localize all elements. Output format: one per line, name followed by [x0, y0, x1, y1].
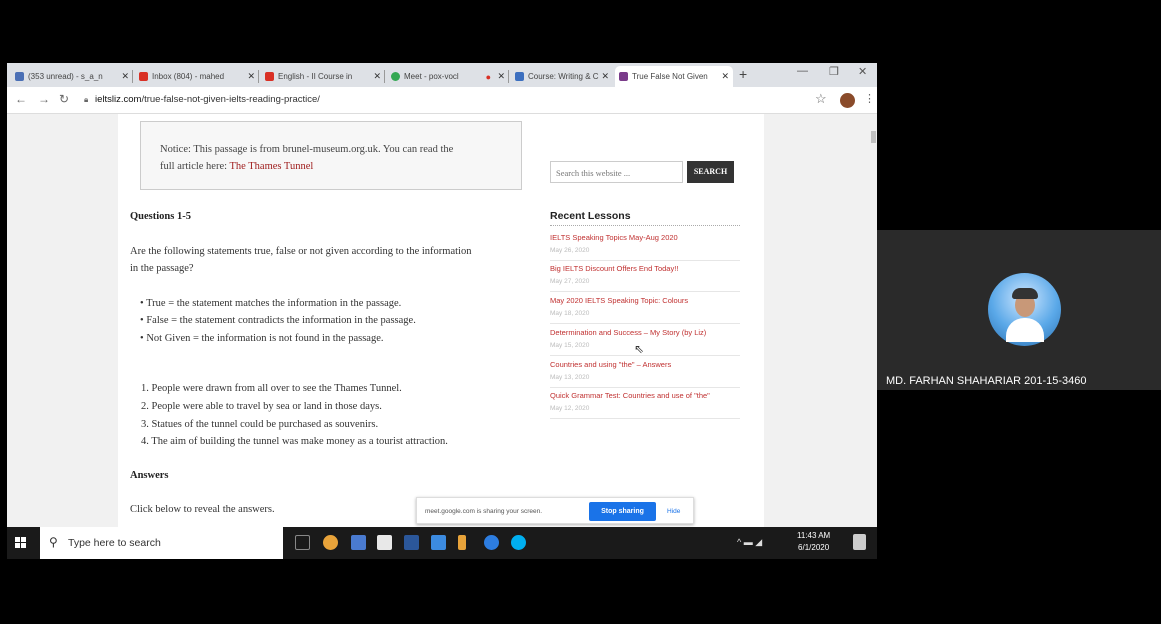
tab-label: (353 unread) - s_a_n: [28, 72, 103, 81]
tab-label: True False Not Given: [632, 72, 708, 81]
share-message: meet.google.com is sharing your screen.: [425, 508, 543, 515]
window-close-button[interactable]: ✕: [858, 65, 867, 78]
page-viewport: Notice: This passage is from brunel-muse…: [7, 114, 877, 527]
browser-tab-strip: (353 unread) - s_a_n ✕ Inbox (804) - mah…: [7, 63, 877, 87]
chrome-icon[interactable]: [323, 535, 338, 550]
forward-arrow-icon[interactable]: →: [38, 92, 50, 106]
close-icon[interactable]: ✕: [721, 71, 729, 82]
lesson-link[interactable]: Determination and Success – My Story (by…: [550, 328, 740, 356]
gmail-icon: [265, 72, 274, 81]
participant-tile: MD. FARHAN SHAHARIAR 201-15-3460: [877, 230, 1161, 390]
minimize-button[interactable]: —: [797, 65, 808, 77]
system-tray-icons[interactable]: ^ ▬ ◢: [737, 537, 762, 548]
bullet-not-given: • Not Given = the information is not fou…: [140, 333, 384, 344]
menu-dots-icon[interactable]: ⋮: [864, 92, 875, 105]
notification-icon[interactable]: [853, 534, 866, 550]
moodle-icon: [515, 72, 524, 81]
screen-share-bar: meet.google.com is sharing your screen. …: [416, 497, 694, 524]
close-icon[interactable]: ✕: [121, 71, 129, 82]
close-icon[interactable]: ✕: [497, 71, 505, 82]
taskbar-clock[interactable]: 11:43 AM 6/1/2020: [797, 530, 830, 554]
liz-favicon-icon: [619, 72, 628, 81]
lesson-link[interactable]: IELTS Speaking Topics May-Aug 2020 May 26…: [550, 233, 740, 261]
tab-label: Meet - pox-vocl: [404, 72, 459, 81]
screen-share-frame: (353 unread) - s_a_n ✕ Inbox (804) - mah…: [0, 0, 1161, 624]
new-tab-button[interactable]: +: [739, 66, 747, 82]
lesson-link[interactable]: Countries and using "the" – Answers May 1…: [550, 360, 740, 388]
recent-lessons-heading: Recent Lessons: [550, 210, 631, 222]
questions-heading: Questions 1-5: [130, 211, 191, 222]
skype-icon[interactable]: [511, 535, 526, 550]
lock-icon: 🔒︎: [84, 95, 89, 104]
reveal-text: Click below to reveal the answers.: [130, 504, 275, 515]
bullet-true: • True = the statement matches the infor…: [140, 298, 402, 309]
tab-inbox[interactable]: Inbox (804) - mahed ✕: [135, 66, 259, 87]
notice-box: Notice: This passage is from brunel-muse…: [140, 121, 522, 190]
lesson-link[interactable]: May 2020 IELTS Speaking Topic: Colours Ma…: [550, 296, 740, 324]
tab-gmail-unread[interactable]: (353 unread) - s_a_n ✕: [11, 66, 133, 87]
reload-icon[interactable]: ↻: [59, 92, 69, 106]
site-search-input[interactable]: Search this website ...: [550, 161, 683, 183]
windows-taskbar: ⚲ Type here to search ^ ▬ ◢ 11:43 AM 6/1…: [7, 527, 877, 559]
question-4: 4. The aim of building the tunnel was ma…: [141, 436, 448, 447]
recording-icon: ●: [485, 71, 491, 82]
tab-label: English - II Course in: [278, 72, 353, 81]
thames-tunnel-link[interactable]: The Thames Tunnel: [229, 161, 313, 172]
tab-true-false-active[interactable]: True False Not Given ✕: [615, 66, 733, 87]
edge-icon[interactable]: [484, 535, 499, 550]
file-explorer-icon[interactable]: [351, 535, 366, 550]
scrollbar-thumb[interactable]: [871, 131, 876, 143]
close-icon[interactable]: ✕: [601, 71, 609, 82]
tab-english-course[interactable]: English - II Course in ✕: [261, 66, 385, 87]
gmail-icon: [139, 72, 148, 81]
avatar: [988, 273, 1061, 346]
maximize-button[interactable]: ❐: [829, 65, 839, 78]
task-view-icon[interactable]: [295, 535, 310, 550]
word-icon[interactable]: [404, 535, 419, 550]
lesson-link[interactable]: Big IELTS Discount Offers End Today!! May…: [550, 264, 740, 292]
participant-name: MD. FARHAN SHAHARIAR 201-15-3460: [886, 375, 1087, 387]
profile-avatar[interactable]: [840, 93, 855, 108]
instruction-line-2: in the passage?: [130, 263, 194, 274]
question-3: 3. Statues of the tunnel could be purcha…: [141, 419, 379, 430]
meet-icon: [391, 72, 400, 81]
close-icon[interactable]: ✕: [247, 71, 255, 82]
bookmark-star-icon[interactable]: ☆: [815, 91, 827, 107]
stop-sharing-button[interactable]: Stop sharing: [589, 502, 656, 521]
windows-start-icon[interactable]: [15, 537, 27, 549]
mail-icon: [15, 72, 24, 81]
question-1: 1. People were drawn from all over to se…: [141, 383, 402, 394]
mail-app-icon[interactable]: [431, 535, 446, 550]
hide-button[interactable]: Hide: [667, 508, 680, 515]
lesson-link[interactable]: Quick Grammar Test: Countries and use of…: [550, 391, 740, 419]
tab-course-writing[interactable]: Course: Writing & C ✕: [511, 66, 613, 87]
page-content: Notice: This passage is from brunel-muse…: [118, 114, 764, 527]
scrollbar[interactable]: [870, 114, 877, 527]
search-button[interactable]: SEARCH: [687, 161, 734, 183]
taskbar-search-box[interactable]: ⚲ Type here to search: [40, 527, 283, 559]
answers-heading: Answers: [130, 470, 169, 481]
tab-label: Inbox (804) - mahed: [152, 72, 225, 81]
bullet-false: • False = the statement contradicts the …: [140, 315, 416, 326]
back-arrow-icon[interactable]: ←: [15, 92, 27, 106]
instruction-line-1: Are the following statements true, false…: [130, 246, 472, 257]
close-icon[interactable]: ✕: [373, 71, 381, 82]
tab-meet[interactable]: Meet - pox-vocl ● ✕: [387, 66, 509, 87]
address-bar-row: ← → ↻ 🔒︎ ieltsliz.com/true-false-not-giv…: [7, 87, 877, 114]
mouse-cursor-icon: ⇖: [634, 342, 645, 356]
search-icon: ⚲: [49, 535, 58, 549]
charts-icon[interactable]: [458, 535, 466, 550]
url-field[interactable]: ieltsliz.com/true-false-not-given-ielts-…: [95, 94, 320, 105]
tab-label: Course: Writing & C: [528, 72, 599, 81]
store-icon[interactable]: [377, 535, 392, 550]
question-2: 2. People were able to travel by sea or …: [141, 401, 382, 412]
